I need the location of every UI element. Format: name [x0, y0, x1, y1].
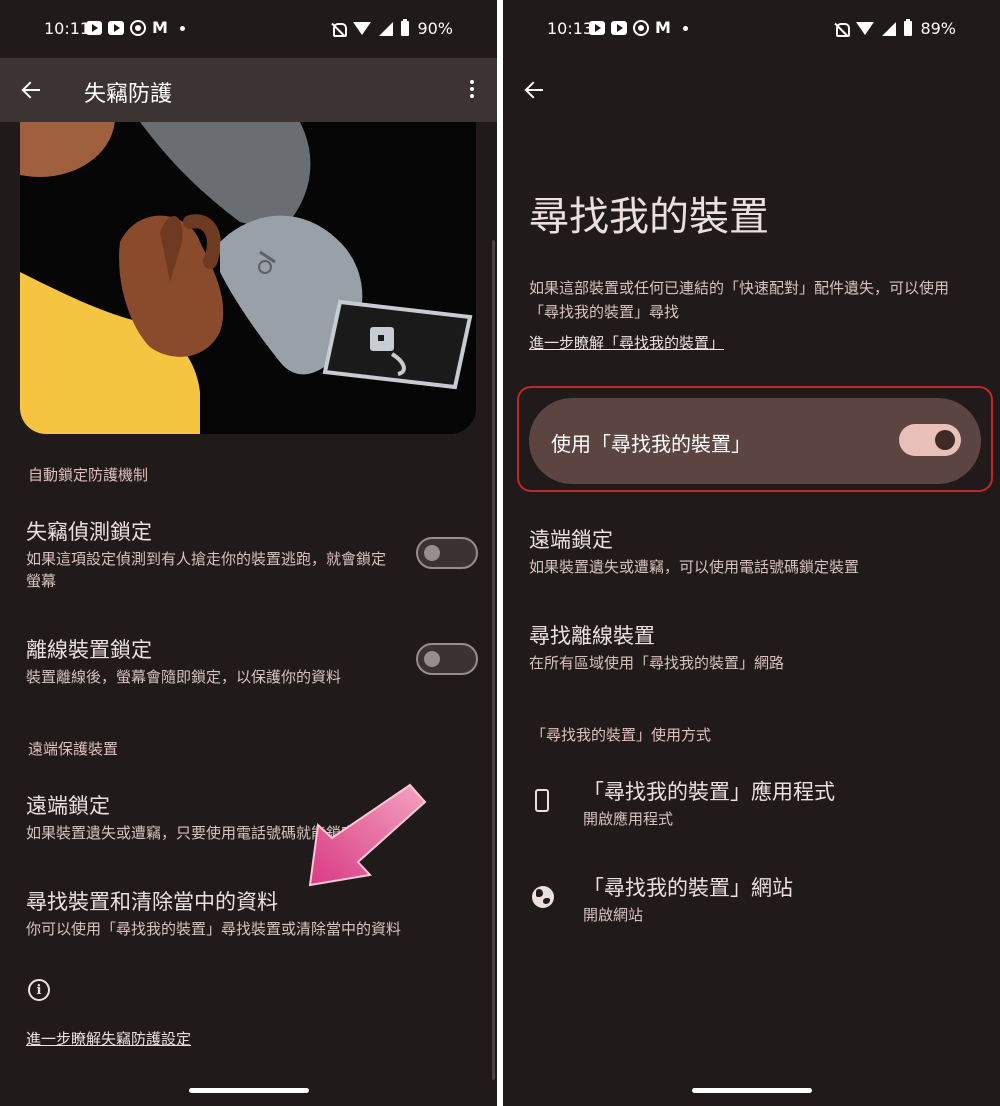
gesture-home-bar[interactable]	[692, 1088, 812, 1093]
remote-lock-title: 遠端鎖定	[26, 794, 110, 818]
youtube-icon	[108, 21, 124, 35]
signal-icon	[882, 21, 897, 36]
wifi-icon	[856, 22, 875, 35]
back-arrow-icon[interactable]	[20, 78, 44, 102]
signal-icon	[379, 21, 394, 36]
theft-detection-lock-title: 失竊偵測鎖定	[26, 520, 152, 544]
use-find-my-device-label: 使用「尋找我的裝置」	[551, 432, 751, 456]
youtube-icon	[611, 21, 627, 35]
gesture-home-bar[interactable]	[189, 1088, 309, 1093]
system-icons: 90%	[331, 19, 453, 38]
theft-protection-screen: 10:11 M 90% 失竊防護 自動鎖定防護機制 失竊偵測鎖定 如果這項設定偵…	[0, 0, 497, 1106]
youtube-icon	[86, 21, 102, 35]
page-description: 如果這部裝置或任何已連結的「快速配對」配件遺失，可以使用「尋找我的裝置」尋找	[529, 279, 950, 321]
info-icon: i	[28, 979, 50, 1001]
status-time: 10:13	[547, 19, 594, 38]
theft-illustration	[20, 122, 476, 434]
status-time: 10:11	[44, 19, 91, 38]
theft-illustration-graphic	[20, 122, 476, 434]
page-title: 失竊防護	[84, 82, 173, 107]
wifi-icon	[353, 22, 372, 35]
use-find-my-device-toggle[interactable]	[899, 424, 961, 456]
find-offline-devices-title: 尋找離線裝置	[529, 624, 655, 648]
offline-lock-subtitle: 裝置離線後，螢幕會隨即鎖定，以保護你的資料	[26, 668, 342, 686]
use-find-my-device-switch-card[interactable]: 使用「尋找我的裝置」	[529, 398, 981, 484]
more-options-icon[interactable]	[466, 80, 478, 102]
find-my-device-app-subtitle: 開啟應用程式	[583, 810, 674, 828]
section-header-remote: 遠端保護裝置	[28, 740, 119, 758]
learn-more-theft-link[interactable]: 進一步瞭解失竊防護設定	[26, 1028, 191, 1049]
status-bar: 10:13 M 89%	[503, 0, 1000, 58]
find-and-erase-title: 尋找裝置和清除當中的資料	[26, 890, 278, 914]
battery-icon	[401, 19, 410, 36]
page-title: 尋找我的裝置	[529, 194, 769, 240]
theft-detection-lock-subtitle: 如果這項設定偵測到有人搶走你的裝置逃跑，就會鎖定螢幕	[26, 550, 387, 590]
scrollbar[interactable]	[492, 240, 495, 1080]
find-my-device-web-title: 「尋找我的裝置」網站	[583, 876, 793, 900]
app-bar: 失竊防護	[0, 58, 497, 122]
gmail-icon: M	[152, 18, 168, 37]
back-arrow-icon[interactable]	[523, 78, 547, 102]
notification-icons: M	[589, 20, 688, 36]
phone-icon	[535, 789, 549, 812]
theft-detection-lock-toggle[interactable]	[416, 537, 478, 569]
more-notifications-dot	[180, 25, 185, 31]
find-my-device-app-title: 「尋找我的裝置」應用程式	[583, 780, 835, 804]
gmail-icon: M	[655, 18, 671, 37]
battery-level: 89%	[920, 19, 956, 38]
offline-lock-title: 離線裝置鎖定	[26, 638, 152, 662]
section-header-auto-lock: 自動鎖定防護機制	[28, 466, 149, 484]
pointer-arrow-icon	[308, 783, 427, 887]
target-app-icon	[633, 20, 649, 36]
find-and-erase-subtitle: 你可以使用「尋找我的裝置」尋找裝置或清除當中的資料	[26, 920, 402, 938]
offline-lock-toggle[interactable]	[416, 643, 478, 675]
youtube-icon	[589, 21, 605, 35]
remote-lock-subtitle: 如果裝置遺失或遭竊，可以使用電話號碼鎖定裝置	[529, 558, 860, 576]
app-bar	[503, 58, 1000, 122]
target-app-icon	[130, 20, 146, 36]
mute-icon	[331, 22, 348, 37]
globe-icon	[532, 886, 554, 908]
find-my-device-web-subtitle: 開啟網站	[583, 906, 644, 924]
status-bar: 10:11 M 90%	[0, 0, 497, 58]
find-my-device-screen: 10:13 M 89% 尋找我的裝置 如果這部裝置或任何已連結的「快速配對」配件…	[503, 0, 1000, 1106]
system-icons: 89%	[834, 19, 956, 38]
mute-icon	[834, 22, 851, 37]
remote-lock-title: 遠端鎖定	[529, 528, 613, 552]
battery-icon	[904, 19, 913, 36]
more-notifications-dot	[683, 25, 688, 31]
section-header-usage: 「尋找我的裝置」使用方式	[531, 726, 712, 744]
learn-more-find-my-device-link[interactable]: 進一步瞭解「尋找我的裝置」	[529, 332, 724, 353]
battery-level: 90%	[417, 19, 453, 38]
notification-icons: M	[86, 20, 185, 36]
find-offline-devices-subtitle: 在所有區域使用「尋找我的裝置」網路	[529, 654, 785, 672]
